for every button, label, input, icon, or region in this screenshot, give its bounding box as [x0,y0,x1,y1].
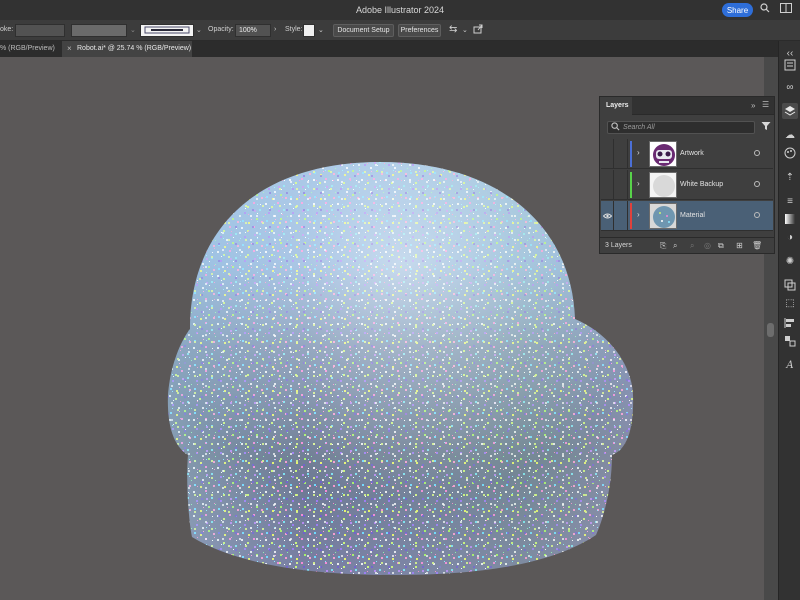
libraries-icon[interactable]: ☁ [782,127,798,143]
tab-label: Robot.ai* @ 25.74 % (RGB/Preview) [77,45,192,52]
stroke-label: oke: [0,26,14,33]
brush-definition[interactable] [140,24,194,37]
color-icon[interactable] [782,145,798,161]
layer-lock-toggle[interactable] [615,139,628,169]
layers-panel-footer: 3 Layers ⎘ ⌕ ⌕ ◎ ⧉ ⊞ 🗑 [600,237,774,253]
properties-icon[interactable] [782,57,798,73]
chevron-down-icon[interactable]: ⌄ [130,26,136,34]
layer-row-artwork[interactable]: › Artwork [601,139,773,169]
transform-icon[interactable]: ⬚ [782,295,798,311]
links-icon[interactable]: ∞ [782,79,798,95]
chevron-right-icon[interactable]: › [637,179,640,188]
share-button[interactable]: Share [722,3,753,17]
panel-dock: ‹‹ ∞ ☁ ⇡ ≡ ◑ ✺ ⬚ A [778,41,800,600]
layer-row-white-backup[interactable]: › White Backup [601,170,773,200]
make-clipping-mask-icon[interactable]: ◎ [704,241,711,250]
tab-robot-document[interactable]: × Robot.ai* @ 25.74 % (RGB/Preview) [62,41,192,57]
tab-label: % (RGB/Preview) [0,45,55,52]
layer-visibility-toggle[interactable] [601,139,614,169]
layer-thumbnail [649,172,677,198]
control-bar: oke: ⌄ ⌄ Opacity: 100% › Style: ⌄ Docume… [0,20,800,41]
document-tab-bar: % (RGB/Preview) × Robot.ai* @ 25.74 % (R… [0,41,778,57]
opacity-label: Opacity: [208,26,234,33]
layer-name[interactable]: Material [680,212,705,219]
search-icon[interactable] [760,3,770,16]
search-icon[interactable]: ⌕ [690,241,694,251]
locate-object-icon[interactable]: ⌕ [673,241,677,251]
opacity-field[interactable]: 100% [235,24,271,37]
app-title: Adobe Illustrator 2024 [355,5,445,15]
stroke-weight-field[interactable] [15,24,65,37]
puppet-warp-icon[interactable]: ⇡ [782,169,798,185]
transparency-icon[interactable]: ◑ [782,229,798,245]
layers-panel: Layers » ☰ Search All › Artwork › White … [599,96,775,254]
variable-width-profile[interactable] [71,24,127,37]
layer-name[interactable]: White Backup [680,181,723,188]
collect-for-export-icon[interactable]: ⎘ [660,241,666,251]
layer-target-circle[interactable] [754,181,760,187]
close-icon[interactable]: × [67,41,72,57]
layer-color-indicator [630,203,632,229]
stroke-icon[interactable]: ≡ [782,193,798,209]
layer-color-indicator [630,172,632,198]
layer-lock-toggle[interactable] [615,201,628,231]
chevron-down-icon[interactable]: ⌄ [462,26,468,34]
chevron-right-icon[interactable]: › [274,26,276,33]
create-sublayer-icon[interactable]: ⧉ [718,241,724,251]
tab-previous-document[interactable]: % (RGB/Preview) [0,41,60,57]
export-icon[interactable] [473,24,483,36]
preferences-button[interactable]: Preferences [398,24,441,37]
chevron-down-icon[interactable]: ⌄ [318,26,324,34]
trash-icon[interactable]: 🗑 [752,241,762,250]
layer-target-circle[interactable] [754,150,760,156]
create-new-layer-icon[interactable]: ⊞ [736,241,743,250]
document-setup-button[interactable]: Document Setup [333,24,394,37]
eye-icon[interactable] [601,201,614,231]
layers-icon[interactable] [782,103,798,119]
chevron-down-icon[interactable]: ⌄ [196,26,202,34]
layer-count: 3 Layers [605,242,632,249]
gradient-icon[interactable] [782,211,798,227]
search-icon [611,122,620,135]
layer-row-material[interactable]: › Material [601,201,773,231]
layers-search-input[interactable]: Search All [607,121,755,134]
pathfinder-icon[interactable] [782,277,798,293]
symbols-icon[interactable] [782,333,798,349]
title-bar: Adobe Illustrator 2024 Share [0,0,800,20]
layer-thumbnail [649,141,677,167]
appearance-icon[interactable]: ✺ [782,253,798,269]
chevron-right-icon[interactable]: › [637,210,640,219]
graphic-style-swatch[interactable] [303,24,315,37]
layer-name[interactable]: Artwork [680,150,704,157]
workspace-icon[interactable] [780,3,792,16]
collapse-panel-icon[interactable]: » [751,101,755,110]
arrange-icon[interactable]: ⇆ [449,24,457,35]
filter-icon[interactable] [761,121,771,133]
layer-lock-toggle[interactable] [615,170,628,200]
align-icon[interactable] [782,315,798,331]
style-label: Style: [285,26,303,33]
chevron-right-icon[interactable]: › [637,148,640,157]
layers-panel-tab[interactable]: Layers [600,97,632,115]
layer-thumbnail [649,203,677,229]
layer-visibility-toggle[interactable] [601,170,614,200]
layers-search-placeholder: Search All [623,124,655,131]
layers-panel-header: Layers » ☰ [600,97,774,115]
layer-target-circle[interactable] [754,212,760,218]
panel-menu-icon[interactable]: ☰ [762,100,769,109]
character-icon[interactable]: A [782,357,798,373]
layer-color-indicator [630,141,632,167]
scrollbar-thumb[interactable] [767,323,774,337]
